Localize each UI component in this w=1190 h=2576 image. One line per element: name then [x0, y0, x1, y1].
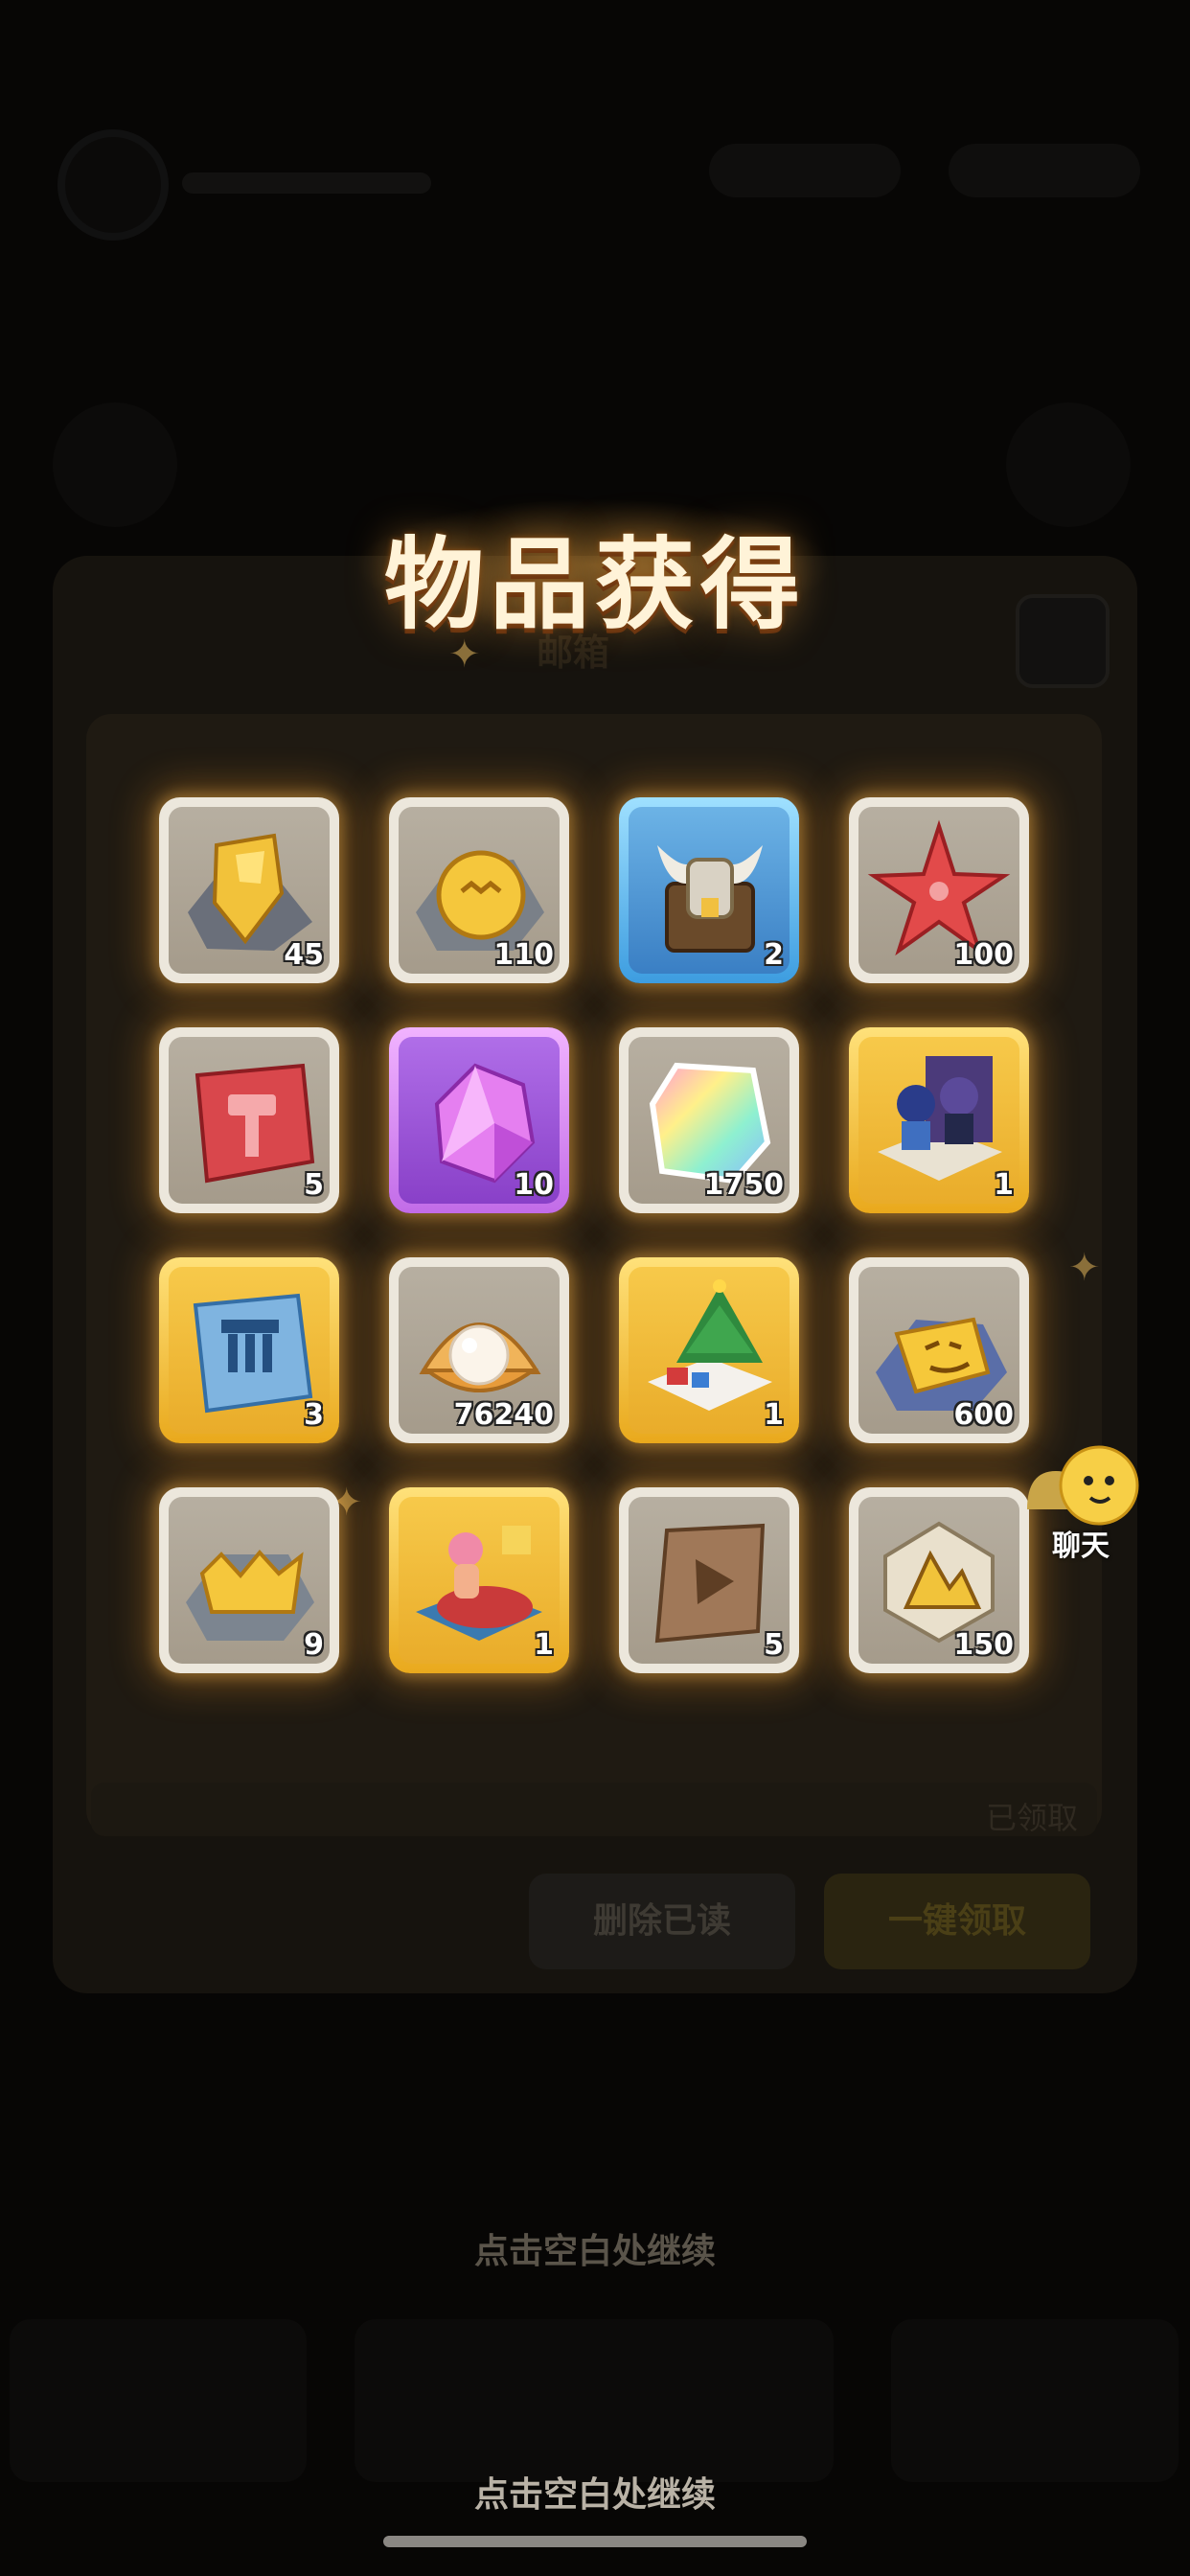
claim-all-button: 一键领取 — [824, 1874, 1090, 1969]
item-quantity: 600 — [953, 1398, 1014, 1432]
currency-bar — [949, 144, 1140, 197]
reward-item[interactable]: 110 — [389, 797, 569, 983]
reward-item[interactable]: 1 — [849, 1027, 1029, 1213]
reward-item[interactable]: 600 — [849, 1257, 1029, 1443]
popup-title: 物品获得 — [383, 526, 806, 643]
reward-item[interactable]: 3 — [159, 1257, 339, 1443]
item-quantity: 3 — [304, 1398, 324, 1432]
item-quantity: 5 — [764, 1628, 784, 1662]
item-quantity: 45 — [284, 938, 324, 972]
currency-bar — [709, 144, 901, 197]
item-quantity: 1750 — [703, 1168, 785, 1202]
item-quantity: 9 — [304, 1628, 324, 1662]
chat-label: 聊天 — [1052, 1530, 1110, 1563]
bottom-nav-item — [355, 2319, 834, 2482]
reward-item[interactable]: 5 — [619, 1487, 799, 1673]
continue-hint[interactable]: 点击空白处继续 — [0, 2467, 1190, 2517]
reward-item[interactable]: 2 — [619, 797, 799, 983]
mail-row: 已领取 — [91, 1782, 1097, 1836]
item-quantity: 110 — [493, 938, 554, 972]
item-quantity: 5 — [304, 1168, 324, 1202]
reward-item[interactable]: 1750 — [619, 1027, 799, 1213]
player-info-bar — [182, 172, 431, 194]
reward-item[interactable]: 76240 — [389, 1257, 569, 1443]
reward-item[interactable]: 10 — [389, 1027, 569, 1213]
player-avatar — [57, 129, 169, 241]
item-quantity: 150 — [953, 1628, 1014, 1662]
home-indicator[interactable] — [383, 2536, 807, 2547]
bottom-nav-item — [10, 2319, 307, 2482]
item-quantity: 1 — [994, 1168, 1014, 1202]
reward-grid: 45 110 2 100 5 10 1750 1 3 76240 1 600 9… — [159, 797, 1031, 1679]
item-quantity: 10 — [514, 1168, 554, 1202]
item-quantity: 2 — [764, 938, 784, 972]
sparkle-icon: ✦ — [1068, 1246, 1101, 1290]
reward-item[interactable]: 1 — [619, 1257, 799, 1443]
reward-item[interactable]: 9 — [159, 1487, 339, 1673]
delete-read-button: 删除已读 — [529, 1874, 795, 1969]
item-quantity: 1 — [534, 1628, 554, 1662]
background-continue-hint: 点击空白处继续 — [473, 2232, 716, 2271]
item-quantity: 76240 — [453, 1398, 554, 1432]
reward-item[interactable]: 1 — [389, 1487, 569, 1673]
claimed-tag: 已领取 — [985, 1800, 1078, 1836]
item-quantity: 1 — [764, 1398, 784, 1432]
bottom-nav-item — [891, 2319, 1179, 2482]
reward-item[interactable]: 45 — [159, 797, 339, 983]
reward-item[interactable]: 5 — [159, 1027, 339, 1213]
chat-bubble-icon — [1027, 1445, 1139, 1526]
item-quantity: 100 — [953, 938, 1014, 972]
sparkle-icon: ✦ — [448, 632, 481, 677]
reward-item[interactable]: 100 — [849, 797, 1029, 983]
reward-item[interactable]: 150 — [849, 1487, 1029, 1673]
